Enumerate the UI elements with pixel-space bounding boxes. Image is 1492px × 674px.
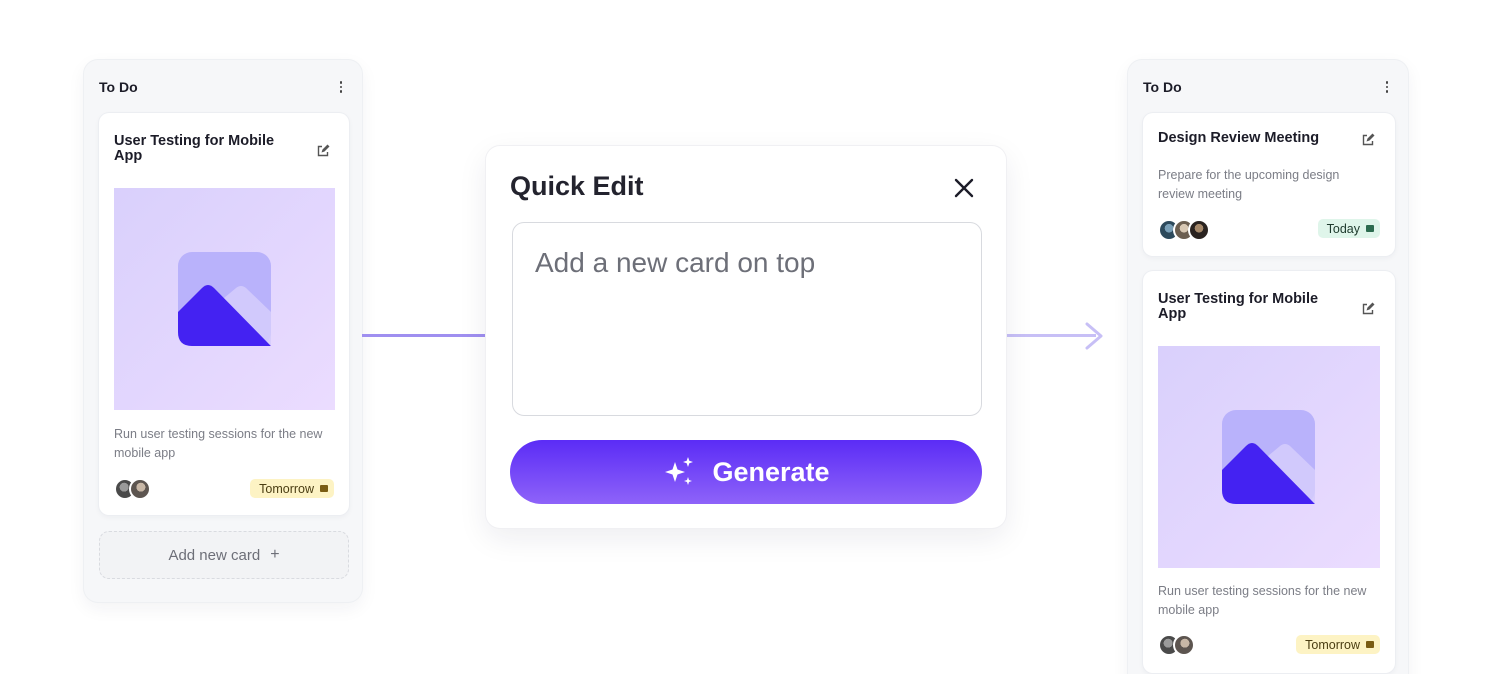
card-description: Prepare for the upcoming design review m… — [1158, 168, 1340, 201]
todo-column-after: To Do Design Review Meeting Prepare for … — [1128, 60, 1408, 674]
card-image — [1158, 346, 1380, 568]
card-description: Run user testing sessions for the new mo… — [114, 427, 323, 460]
due-date-label: Tomorrow — [1305, 637, 1360, 652]
generate-label: Generate — [712, 456, 830, 487]
card-title: Design Review Meeting — [1158, 130, 1320, 146]
avatar — [1173, 634, 1195, 656]
calendar-icon — [1366, 641, 1374, 648]
assignee-avatars — [1158, 634, 1195, 656]
avatar — [1188, 219, 1210, 241]
task-card-user-testing[interactable]: User Testing for Mobile App Run user tes… — [1143, 271, 1395, 673]
task-card-design-review[interactable]: Design Review Meeting Prepare for the up… — [1143, 113, 1395, 256]
calendar-icon — [1366, 225, 1374, 232]
card-prompt-input[interactable] — [512, 222, 982, 416]
column-title: To Do — [1143, 79, 1182, 95]
card-description: Run user testing sessions for the new mo… — [1158, 584, 1367, 617]
kebab-menu-icon[interactable] — [335, 80, 347, 94]
calendar-icon — [320, 485, 328, 492]
column-header: To Do — [1143, 77, 1393, 97]
flow-connector — [1006, 334, 1096, 337]
plus-icon: + — [270, 546, 280, 563]
card-title: User Testing for Mobile App — [114, 133, 275, 164]
dialog-title: Quick Edit — [510, 171, 644, 201]
arrow-right-icon — [1085, 322, 1103, 350]
card-image — [114, 188, 335, 410]
quick-edit-dialog: Quick Edit Generate — [486, 146, 1006, 528]
due-date-badge: Today — [1317, 219, 1380, 238]
generate-button[interactable]: Generate — [510, 440, 982, 504]
due-date-label: Tomorrow — [259, 481, 314, 496]
edit-icon[interactable] — [1361, 133, 1375, 147]
flow-connector — [362, 334, 486, 337]
sparkles-icon — [665, 457, 694, 485]
close-icon[interactable] — [950, 174, 978, 202]
task-card-user-testing[interactable]: User Testing for Mobile App Run user tes… — [99, 113, 349, 515]
due-date-label: Today — [1326, 221, 1360, 236]
add-new-card-button[interactable]: Add new card + — [99, 531, 349, 579]
add-card-label: Add new card — [168, 546, 261, 564]
edit-icon[interactable] — [316, 144, 330, 158]
column-title: To Do — [99, 79, 138, 95]
todo-column-before: To Do User Testing for Mobile App Run us… — [84, 60, 362, 602]
kebab-menu-icon[interactable] — [1381, 80, 1393, 94]
avatar — [129, 478, 151, 500]
edit-icon[interactable] — [1361, 302, 1375, 316]
card-title: User Testing for Mobile App — [1158, 291, 1319, 322]
column-header: To Do — [99, 77, 347, 97]
image-placeholder-icon — [1222, 410, 1315, 504]
assignee-avatars — [1158, 219, 1210, 241]
image-placeholder-icon — [178, 252, 271, 346]
due-date-badge: Tomorrow — [1296, 635, 1380, 654]
assignee-avatars — [114, 478, 151, 500]
due-date-badge: Tomorrow — [250, 479, 334, 498]
